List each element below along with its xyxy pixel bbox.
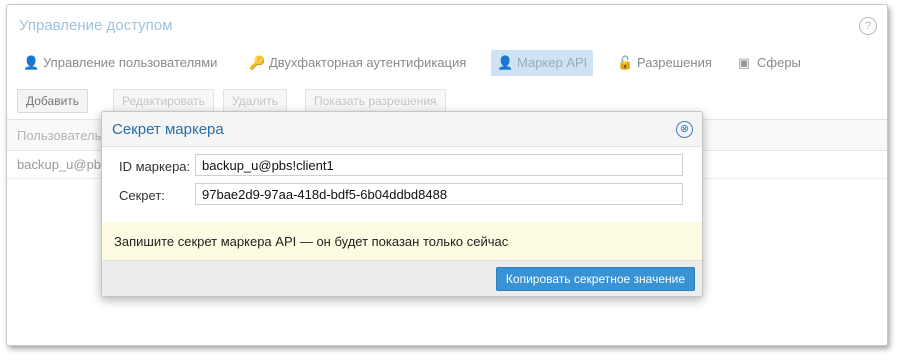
copy-secret-button[interactable]: Копировать секретное значение (495, 267, 695, 291)
secret-label: Секрет: (119, 188, 165, 203)
dialog-title: Секрет маркера (112, 121, 224, 138)
token-id-label: ID маркера: (119, 159, 191, 174)
dialog-header: Секрет маркера ⊗ (102, 112, 702, 147)
token-secret-dialog: Секрет маркера ⊗ ID маркера: Секрет: Зап… (101, 111, 703, 297)
modal-overlay: Секрет маркера ⊗ ID маркера: Секрет: Зап… (0, 0, 900, 360)
dialog-footer: Копировать секретное значение (102, 260, 702, 296)
close-icon[interactable]: ⊗ (676, 121, 693, 138)
secret-field[interactable] (195, 183, 683, 205)
token-id-field[interactable] (195, 154, 683, 176)
notice-text: Запишите секрет маркера API — он будет п… (114, 234, 509, 249)
warning-notice: Запишите секрет маркера API — он будет п… (102, 222, 702, 260)
